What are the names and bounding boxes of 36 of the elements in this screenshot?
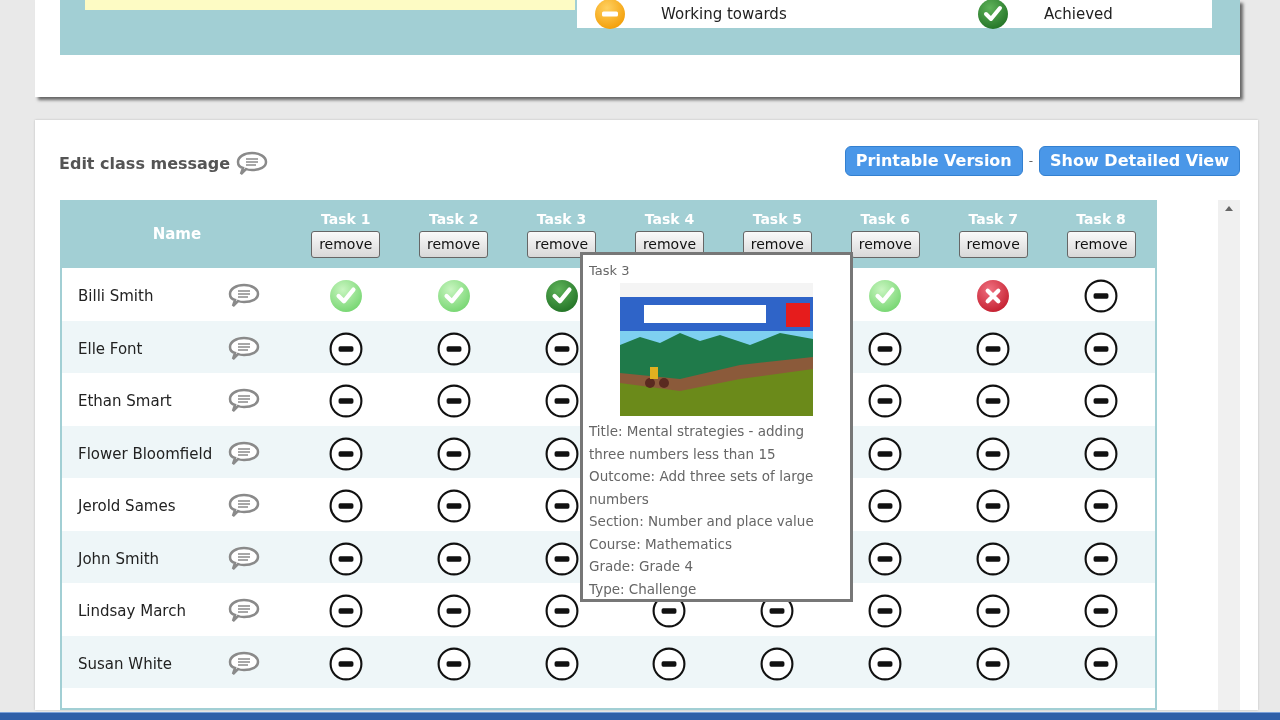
- column-header: Task 5: [752, 210, 803, 228]
- tooltip-text: Section: Number and place value: [589, 512, 815, 531]
- tooltip-text: Type: Challenge: [589, 579, 698, 599]
- remove-button[interactable]: remove: [311, 231, 381, 258]
- column-header: Name: [152, 223, 202, 245]
- column-header: Task 2: [428, 210, 479, 228]
- remove-button[interactable]: remove: [1066, 231, 1136, 258]
- separator: -: [1028, 153, 1034, 170]
- student-name: Flower Bloomfield: [78, 443, 214, 465]
- column-header: Task 7: [968, 210, 1018, 228]
- column-header: Task 4: [644, 210, 695, 228]
- remove-button[interactable]: remove: [527, 231, 597, 258]
- tooltip-text: Course: Mathematics: [589, 534, 733, 554]
- edit-class-message-link[interactable]: Edit class message: [59, 152, 231, 176]
- column-header: Task 1: [321, 210, 371, 228]
- tooltip-title: Task 3: [589, 263, 631, 279]
- student-name: Lindsay March: [78, 601, 187, 622]
- student-name: Elle Font: [78, 338, 144, 360]
- student-name: Jerold Sames: [78, 496, 177, 517]
- student-name: Billi Smith: [78, 286, 155, 307]
- column-header: Task 8: [1076, 210, 1126, 228]
- legend-label: Achieved: [1044, 3, 1113, 25]
- tooltip-text: Grade: Grade 4: [589, 557, 695, 576]
- student-name: Susan White: [78, 653, 173, 675]
- tooltip-text: Outcome: Add three sets of large numbers: [589, 467, 815, 509]
- remove-button[interactable]: remove: [419, 231, 489, 258]
- student-name: Ethan Smart: [78, 391, 173, 412]
- student-name: John Smith: [78, 548, 161, 570]
- remove-button[interactable]: remove: [850, 231, 920, 258]
- legend-label: Working towards: [661, 3, 787, 25]
- column-header: Task 3: [536, 210, 587, 228]
- remove-button[interactable]: remove: [958, 231, 1028, 258]
- scrollbar[interactable]: [1218, 200, 1240, 710]
- tooltip-text: Title: Mental strategies - adding three numbers less than 15: [589, 422, 806, 464]
- column-header: Task 6: [860, 210, 910, 228]
- scroll-up-icon[interactable]: [1225, 206, 1233, 211]
